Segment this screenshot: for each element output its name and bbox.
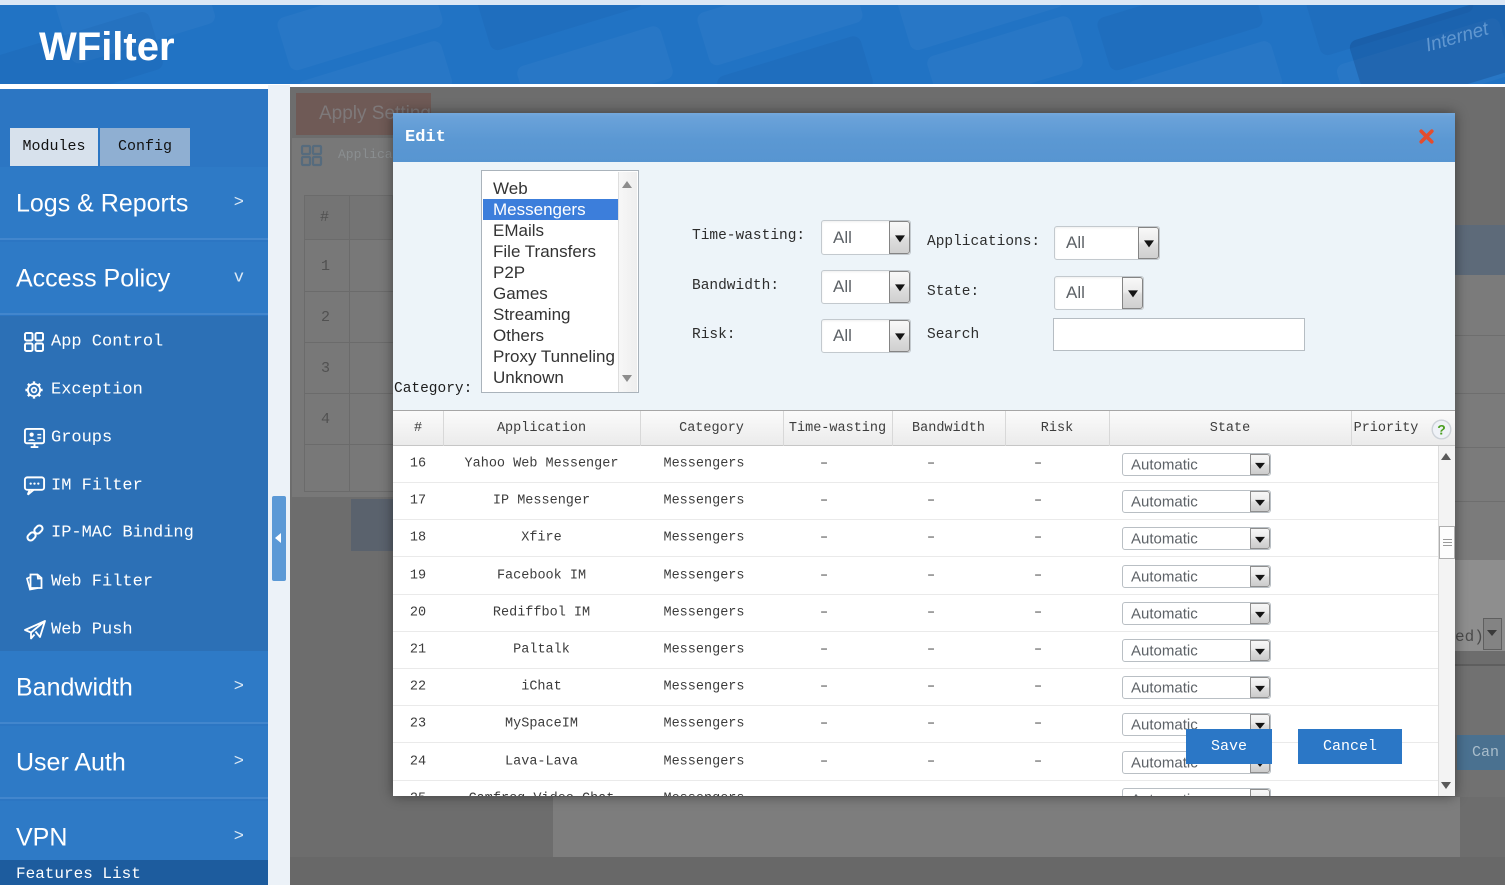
svg-text:?: ? bbox=[1437, 422, 1446, 438]
